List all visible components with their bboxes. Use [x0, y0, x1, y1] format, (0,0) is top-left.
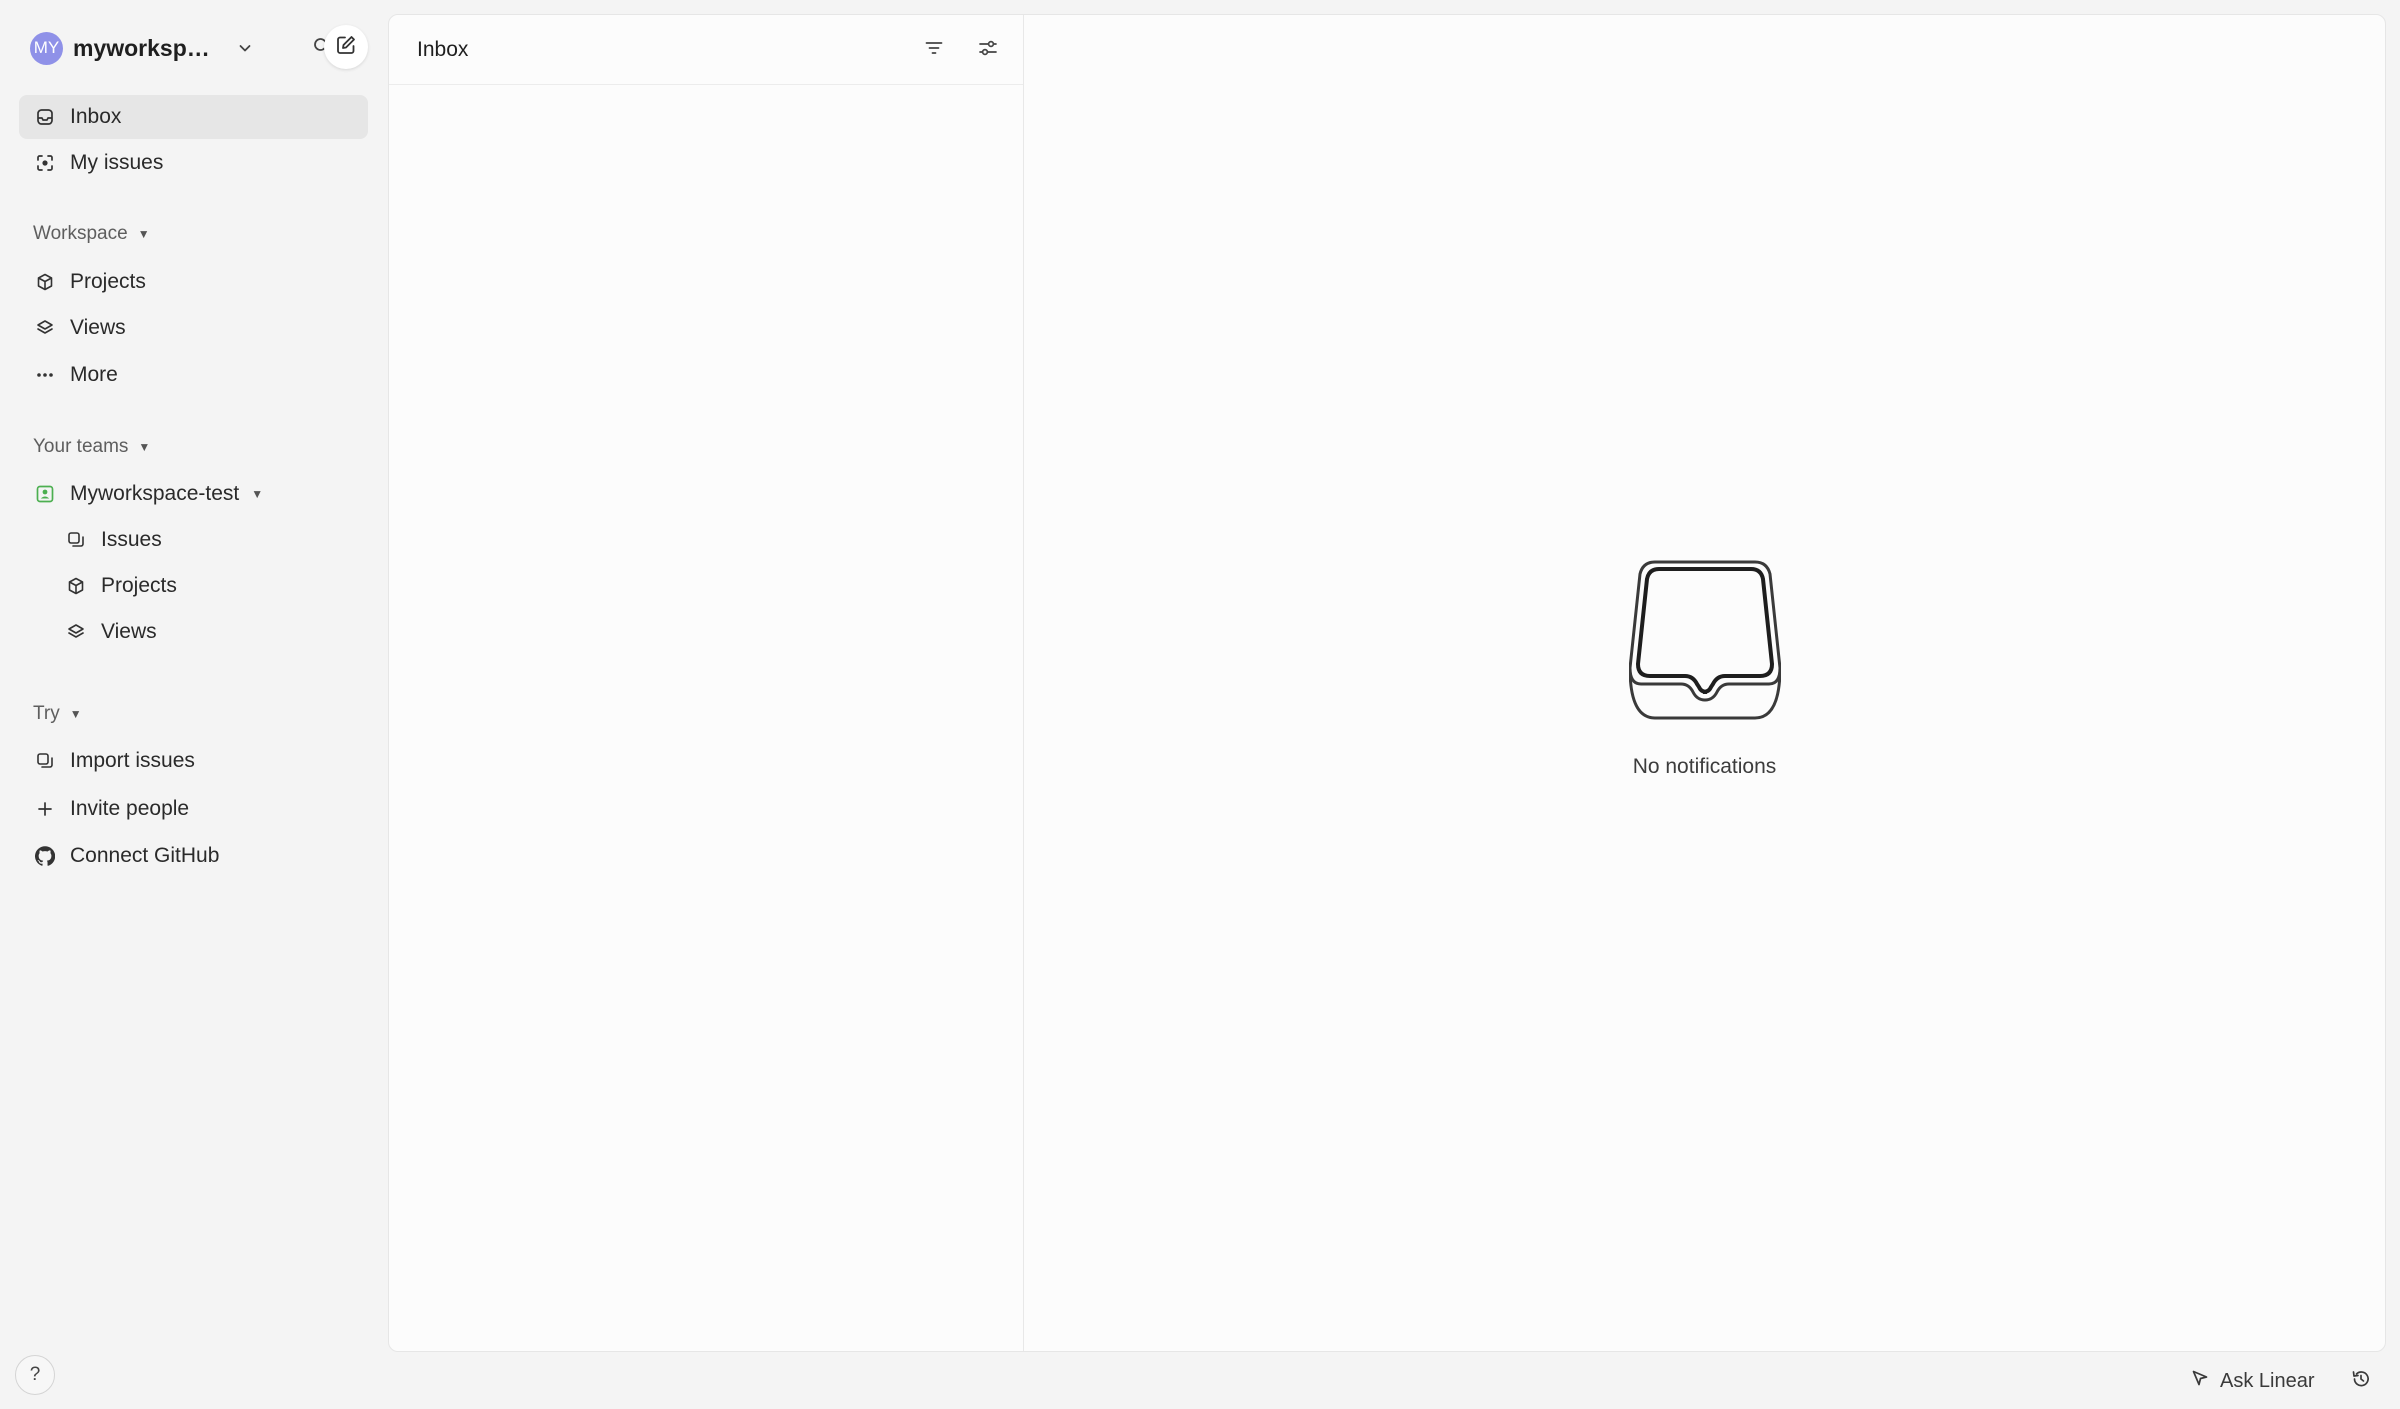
plus-icon: [34, 798, 56, 820]
empty-inbox-icon: [1627, 560, 1782, 725]
notification-detail-pane: No notifications: [1024, 15, 2385, 1351]
sidebar-item-import-issues[interactable]: Import issues: [19, 739, 368, 783]
filter-button[interactable]: [919, 35, 949, 65]
cube-icon: [34, 271, 56, 293]
app-root: MY myworkspac... Inbox My issues Workspa…: [0, 0, 2400, 1409]
section-header-workspace[interactable]: Workspace ▼: [33, 219, 150, 249]
sidebar-item-label: Projects: [70, 270, 146, 293]
sidebar-item-team-views[interactable]: Views: [50, 610, 368, 654]
new-issue-button[interactable]: [324, 25, 368, 69]
sidebar-item-label: Myworkspace-test: [70, 482, 240, 505]
sidebar-item-connect-github[interactable]: Connect GitHub: [19, 834, 368, 878]
sidebar-item-team[interactable]: Myworkspace-test ▼: [19, 472, 368, 516]
sidebar-item-label: Import issues: [70, 749, 195, 772]
caret-down-icon: ▼: [137, 227, 150, 241]
team-icon: [34, 483, 56, 505]
sidebar-item-team-issues[interactable]: Issues: [50, 518, 368, 562]
sidebar-item-inbox[interactable]: Inbox: [19, 95, 368, 139]
sidebar-item-label: Issues: [101, 528, 162, 551]
workspace-switcher[interactable]: MY myworkspac...: [28, 25, 368, 69]
sidebar-item-more[interactable]: More: [19, 353, 368, 397]
layers-icon: [65, 621, 87, 643]
empty-state-text: No notifications: [1632, 755, 1777, 778]
page-title: Inbox: [417, 37, 469, 61]
inbox-icon: [34, 106, 56, 128]
caret-down-icon: ▼: [69, 707, 82, 721]
sidebar-item-label: Projects: [101, 574, 177, 597]
more-icon: [34, 364, 56, 386]
cube-icon: [65, 575, 87, 597]
sidebar: MY myworkspac... Inbox My issues Workspa…: [0, 0, 384, 1409]
inbox-list-header: Inbox: [389, 15, 1023, 85]
empty-state: No notifications: [1024, 560, 2385, 779]
sidebar-item-team-projects[interactable]: Projects: [50, 564, 368, 608]
section-header-your-teams[interactable]: Your teams ▼: [33, 432, 150, 462]
ask-linear-button[interactable]: Ask Linear: [2190, 1366, 2315, 1396]
issues-icon: [65, 529, 87, 551]
help-button[interactable]: ?: [15, 1355, 55, 1395]
sidebar-item-invite-people[interactable]: Invite people: [19, 787, 368, 831]
github-icon: [34, 845, 56, 867]
caret-down-icon: ▼: [138, 440, 151, 454]
compose-icon: [335, 34, 357, 61]
section-label: Try: [33, 703, 60, 724]
sidebar-item-label: Views: [70, 316, 126, 339]
sidebar-item-label: Connect GitHub: [70, 844, 220, 867]
sidebar-item-label: Inbox: [70, 105, 122, 128]
import-icon: [34, 750, 56, 772]
sidebar-item-label: Views: [101, 620, 157, 643]
sidebar-item-label: My issues: [70, 151, 164, 174]
inbox-list-pane: Inbox: [389, 15, 1024, 1351]
layers-icon: [34, 317, 56, 339]
sidebar-item-my-issues[interactable]: My issues: [19, 141, 368, 185]
caret-down-icon: ▼: [251, 487, 264, 501]
workspace-avatar: MY: [30, 31, 63, 65]
main-panel: Inbox No notifications: [388, 14, 2386, 1352]
filter-icon: [923, 37, 945, 64]
section-label: Your teams: [33, 436, 129, 457]
workspace-name: myworkspac...: [73, 34, 221, 61]
ask-linear-label: Ask Linear: [2220, 1369, 2315, 1392]
my-issues-icon: [34, 152, 56, 174]
section-header-try[interactable]: Try ▼: [33, 699, 82, 729]
sidebar-item-views[interactable]: Views: [19, 306, 368, 350]
cursor-icon: [2190, 1368, 2210, 1394]
history-button[interactable]: [2347, 1367, 2375, 1395]
sidebar-item-label: More: [70, 363, 118, 386]
section-label: Workspace: [33, 223, 128, 244]
sliders-icon: [977, 37, 999, 64]
chevron-down-icon: [237, 40, 253, 56]
sidebar-item-projects[interactable]: Projects: [19, 260, 368, 304]
history-icon: [2350, 1368, 2372, 1395]
display-options-button[interactable]: [973, 35, 1003, 65]
sidebar-item-label: Invite people: [70, 797, 190, 820]
